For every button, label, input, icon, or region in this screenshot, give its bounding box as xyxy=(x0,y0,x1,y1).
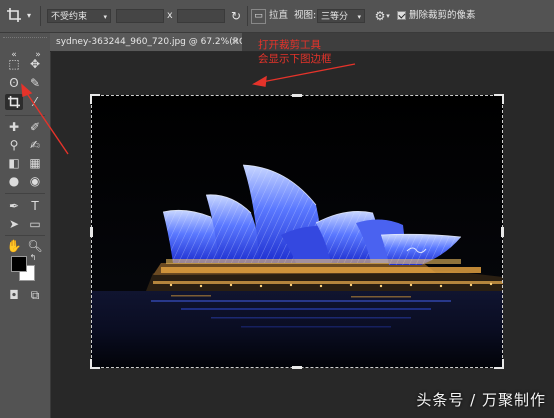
arrow-to-frame xyxy=(261,63,356,83)
arrow-to-crop-tool xyxy=(25,91,69,155)
annotation-arrows xyxy=(21,63,356,155)
watermark: 头条号 / 万聚制作 xyxy=(416,391,546,409)
